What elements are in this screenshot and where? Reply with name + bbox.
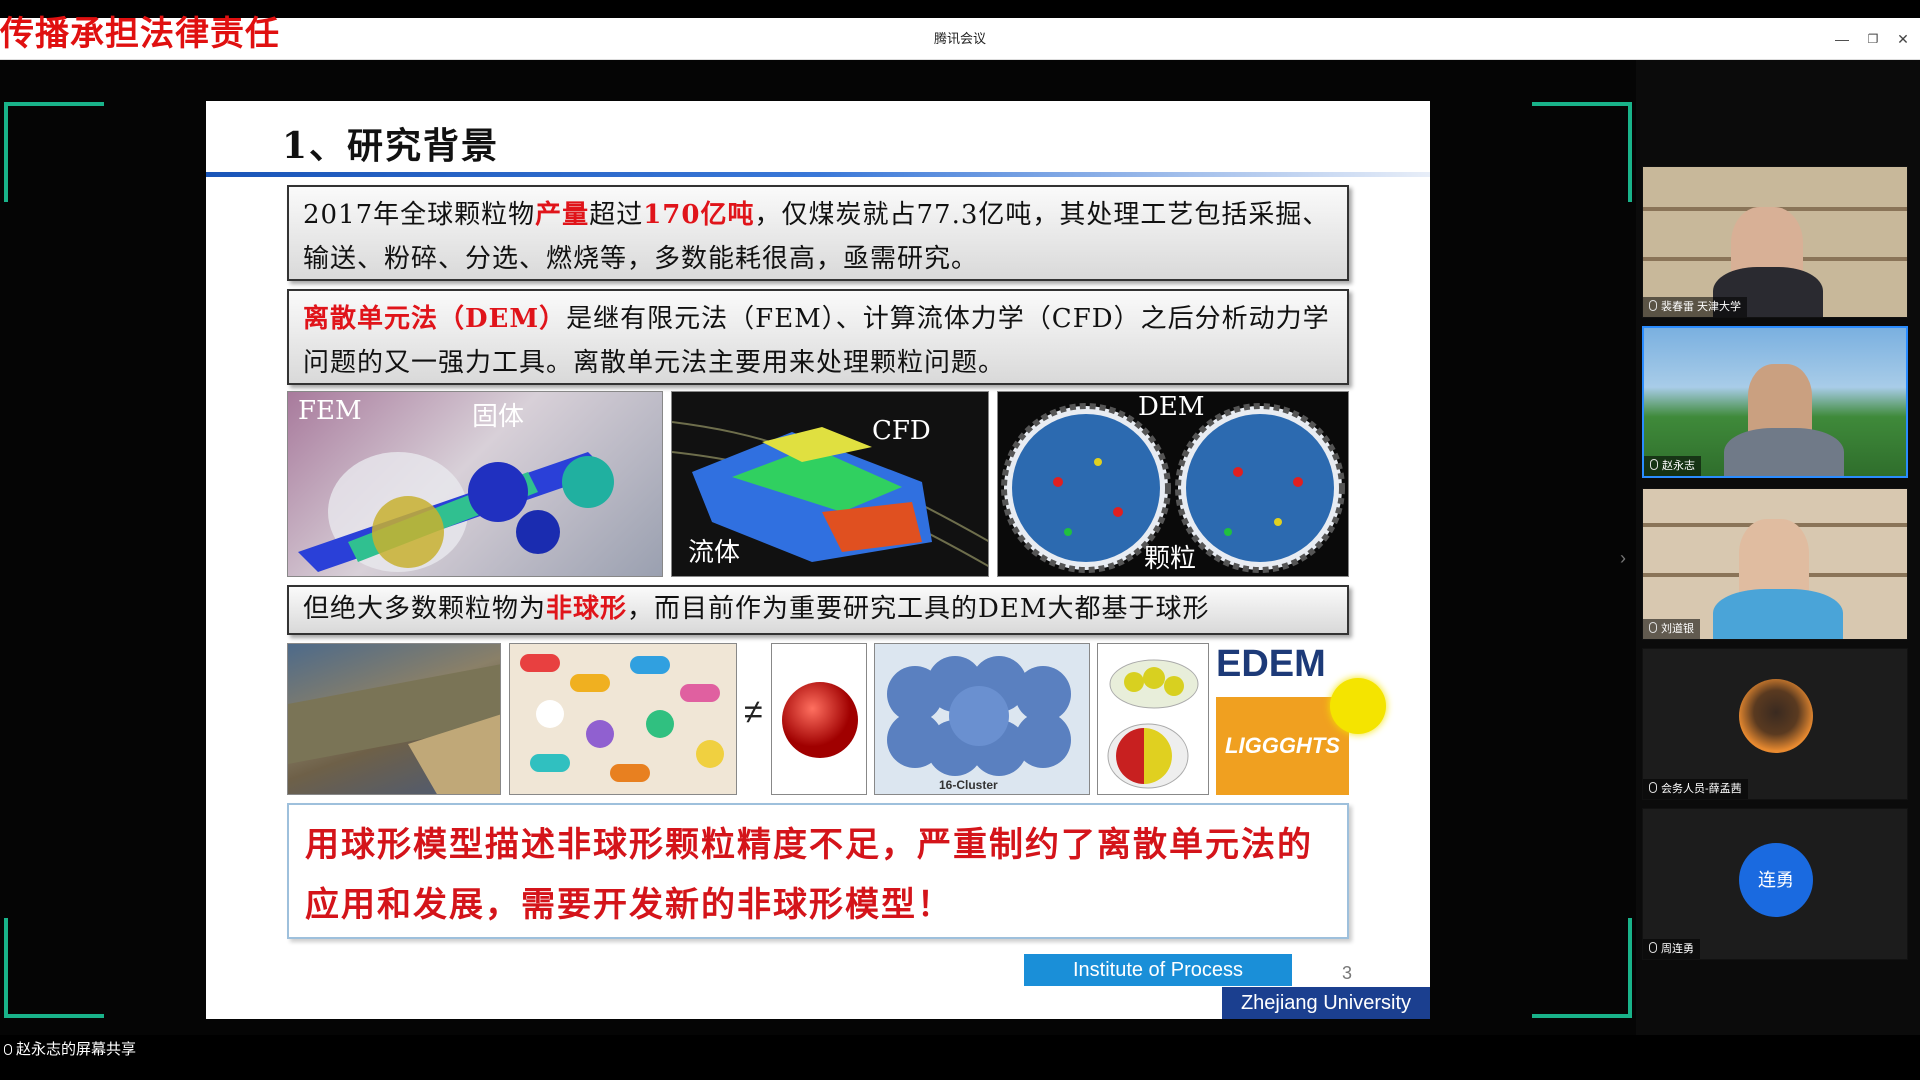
frame-corner <box>4 102 104 202</box>
text-segment: 2017年全球颗粒物 <box>303 200 536 230</box>
highlight-text: 产量 <box>535 200 590 230</box>
participant-name: 裴春雷 天津大学 <box>1643 297 1748 317</box>
cfd-image: CFD 流体 <box>671 391 989 577</box>
text-box-production: 2017年全球颗粒物产量超过170亿吨，仅煤炭就占77.3亿吨，其处理工艺包括采… <box>287 185 1349 281</box>
frame-corner <box>4 918 104 1018</box>
pills-image <box>509 643 737 795</box>
avatar: 连勇 <box>1739 843 1813 917</box>
multisphere-illustration <box>1107 659 1199 789</box>
participant-name: 会务人员-薛孟茜 <box>1643 779 1748 799</box>
participant-name: 周连勇 <box>1643 939 1700 959</box>
title-bar: 腾讯会议 — ❐ ✕ <box>0 18 1920 60</box>
cluster-label: 16-Cluster <box>939 778 998 792</box>
avatar <box>1739 679 1813 753</box>
page-number: 3 <box>1342 963 1353 983</box>
institute-banner: Institute of Process Equipment <box>1024 954 1292 1013</box>
window-title: 腾讯会议 <box>933 31 986 46</box>
mic-icon <box>1649 622 1657 633</box>
highlight-text: 170亿吨 <box>643 200 755 230</box>
dem-image: DEM 颗粒 <box>997 391 1349 577</box>
participant-name: 赵永志 <box>1644 456 1701 476</box>
dem-label: DEM <box>1138 392 1205 422</box>
screen-share-status: 赵永志的屏幕共享 <box>4 1038 136 1059</box>
mic-icon <box>1649 942 1657 953</box>
screen-share-area: 1、研究背景 2017年全球颗粒物产量超过170亿吨，仅煤炭就占77.3亿吨，其… <box>0 60 1636 1060</box>
presentation-slide: 1、研究背景 2017年全球颗粒物产量超过170亿吨，仅煤炭就占77.3亿吨，其… <box>206 101 1430 1019</box>
slide-title: 1、研究背景 <box>282 125 500 167</box>
mic-icon <box>1649 782 1657 793</box>
laser-pointer <box>1330 678 1386 734</box>
not-equal-sign: ≠ <box>744 693 763 731</box>
participant-panel: 裴春雷 天津大学 赵永志 刘道银 会务人员-薛孟茜 连勇 周连勇 <box>1636 60 1920 1060</box>
fluid-label: 流体 <box>688 538 741 568</box>
video-tile[interactable]: 裴春雷 天津大学 <box>1642 166 1908 318</box>
frame-corner <box>1532 102 1632 202</box>
meeting-window: 腾讯会议 — ❐ ✕ 传播承担法律责任 1、研究背景 2017年全球颗粒物产量超… <box>0 0 1920 1080</box>
fem-label: FEM <box>298 396 362 426</box>
coal-conveyor-image <box>287 643 501 795</box>
edem-logo: EDEM <box>1216 643 1326 685</box>
chevron-right-icon[interactable]: › <box>1620 548 1626 569</box>
restore-button[interactable]: ❐ <box>1856 18 1890 60</box>
text-segment: ，而目前作为重要研究工具的DEM大都基于球形 <box>627 594 1210 624</box>
video-tile-active[interactable]: 赵永志 <box>1642 326 1908 478</box>
conveyor-illustration <box>288 664 500 794</box>
watermark-warning: 传播承担法律责任 <box>0 15 280 53</box>
liggghts-logo: LIGGGHTS <box>1216 697 1349 795</box>
text-segment: 超过 <box>589 200 644 230</box>
multisphere-image <box>1097 643 1209 795</box>
highlight-text: 非球形 <box>546 594 628 624</box>
cluster-image: 16-Cluster <box>874 643 1090 795</box>
sphere-image <box>771 643 867 795</box>
text-segment: 但绝大多数颗粒物为 <box>303 594 547 624</box>
video-tile[interactable]: 刘道银 <box>1642 488 1908 640</box>
text-box-dem: 离散单元法（DEM）是继有限元法（FEM）、计算流体力学（CFD）之后分析动力学… <box>287 289 1349 385</box>
highlight-text: 离散单元法（DEM） <box>303 304 567 334</box>
mic-icon <box>4 1044 12 1055</box>
fem-image: FEM 固体 <box>287 391 663 577</box>
frame-corner <box>1532 918 1632 1018</box>
close-button[interactable]: ✕ <box>1886 18 1920 60</box>
sharer-label: 赵永志的屏幕共享 <box>16 1041 137 1058</box>
minimize-button[interactable]: — <box>1825 18 1859 60</box>
solid-label: 固体 <box>472 402 525 432</box>
conclusion-box: 用球形模型描述非球形颗粒精度不足，严重制约了离散单元法的应用和发展，需要开发新的… <box>287 803 1349 939</box>
particle-label: 颗粒 <box>1144 544 1197 574</box>
avatar <box>1713 589 1843 639</box>
title-divider <box>206 172 1430 177</box>
mic-icon <box>1649 300 1657 311</box>
video-tile[interactable]: 会务人员-薛孟茜 <box>1642 648 1908 800</box>
university-banner: Zhejiang University <box>1222 987 1430 1019</box>
status-bar <box>0 1035 1920 1080</box>
text-box-nonspherical: 但绝大多数颗粒物为非球形，而目前作为重要研究工具的DEM大都基于球形 <box>287 585 1349 635</box>
avatar <box>1724 428 1844 476</box>
participant-name: 刘道银 <box>1643 619 1700 639</box>
video-tile[interactable]: 连勇 周连勇 <box>1642 808 1908 960</box>
sphere-illustration <box>782 682 858 758</box>
cfd-label: CFD <box>872 416 931 446</box>
cluster-illustration <box>887 656 1071 776</box>
mic-icon <box>1650 459 1658 470</box>
pills-illustration <box>520 654 724 782</box>
